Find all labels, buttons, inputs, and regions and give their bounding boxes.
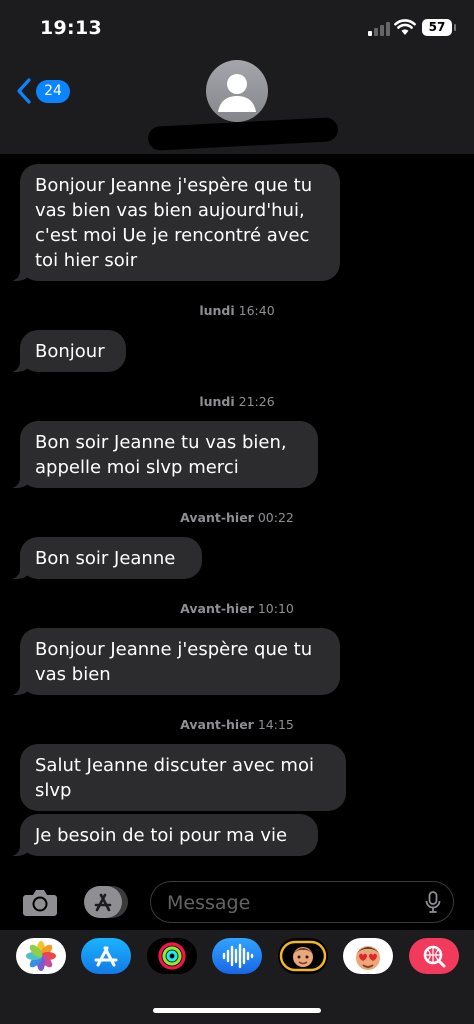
contact-avatar[interactable] xyxy=(206,60,268,122)
message-bubble[interactable]: Bonjour xyxy=(10,330,126,372)
message-text: Bonjour xyxy=(35,341,105,362)
audio-message-icon[interactable] xyxy=(212,938,262,974)
status-bar: 19:13 57 xyxy=(0,0,474,60)
message-input-field[interactable] xyxy=(150,881,454,923)
unread-count-badge: 24 xyxy=(36,79,70,103)
microphone-icon[interactable] xyxy=(425,891,441,913)
memoji-stickers-icon[interactable] xyxy=(343,938,393,974)
message-text: Bonjour Jeanne j'espère que tu vas bien … xyxy=(35,175,313,271)
message-bubble[interactable]: Bon soir Jeanne xyxy=(10,537,202,579)
photos-icon[interactable] xyxy=(16,938,66,974)
wifi-icon xyxy=(394,19,416,35)
back-button[interactable]: 24 xyxy=(16,76,70,106)
message-composer xyxy=(0,874,474,930)
conversation-header: 24 xyxy=(0,60,474,154)
battery-indicator: 57 xyxy=(422,19,456,36)
message-input[interactable] xyxy=(165,889,409,917)
message-bubble[interactable]: Bonjour Jeanne j'espère que tu vas bien xyxy=(10,628,340,695)
message-thread: Bonjour Jeanne j'espère que tu vas bien … xyxy=(0,154,474,874)
message-bubble[interactable]: Bon soir Jeanne tu vas bien, appelle moi… xyxy=(10,421,318,488)
timestamp: Avant-hier 14:15 xyxy=(180,717,294,732)
cellular-signal-icon xyxy=(368,22,390,36)
activity-icon[interactable] xyxy=(147,938,197,974)
app-store-icon[interactable] xyxy=(81,938,131,974)
image-search-icon[interactable] xyxy=(409,938,459,974)
message-bubble[interactable]: Bonjour Jeanne j'espère que tu vas bien … xyxy=(10,164,340,281)
timestamp: lundi 21:26 xyxy=(199,394,275,409)
memoji-icon[interactable] xyxy=(278,938,328,974)
message-bubble[interactable]: Salut Jeanne discuter avec moi slvp xyxy=(20,744,346,811)
message-text: Bon soir Jeanne tu vas bien, appelle moi… xyxy=(35,432,287,478)
app-drawer xyxy=(0,930,474,1024)
timestamp: Avant-hier 00:22 xyxy=(180,510,294,525)
message-text: Bon soir Jeanne xyxy=(35,548,176,569)
camera-icon[interactable] xyxy=(22,887,58,917)
message-text: Bonjour Jeanne j'espère que tu vas bien xyxy=(35,639,313,685)
message-bubble[interactable]: Je besoin de toi pour ma vie xyxy=(10,814,318,856)
chevron-left-icon xyxy=(17,78,31,104)
timestamp: Avant-hier 10:10 xyxy=(180,601,294,616)
app-store-apps-icon[interactable] xyxy=(84,886,128,918)
message-text: Salut Jeanne discuter avec moi slvp xyxy=(35,755,314,801)
person-icon xyxy=(218,74,256,112)
message-text: Je besoin de toi pour ma vie xyxy=(35,825,288,846)
status-time: 19:13 xyxy=(40,17,102,39)
timestamp: lundi 16:40 xyxy=(199,303,275,318)
home-indicator[interactable] xyxy=(153,1008,321,1013)
redacted-contact-name xyxy=(147,117,339,151)
